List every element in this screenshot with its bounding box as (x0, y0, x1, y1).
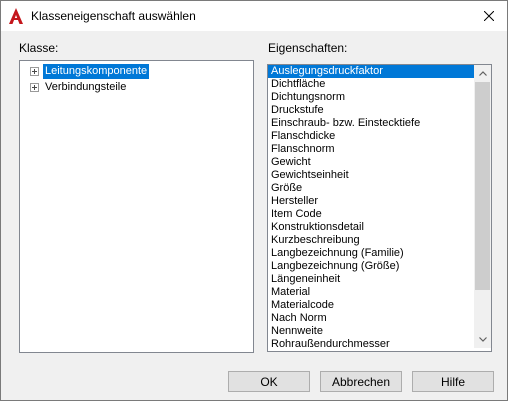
list-item[interactable]: Dichtfläche (268, 78, 484, 91)
tree-item-leitungskomponente[interactable]: Leitungskomponente (20, 64, 250, 79)
window-title: Klasseneigenschaft auswählen (31, 9, 196, 23)
autocad-app-icon (9, 8, 23, 24)
list-item[interactable]: Nennweite (268, 325, 484, 338)
scroll-up-button[interactable] (474, 65, 491, 82)
close-button[interactable] (477, 5, 501, 27)
cancel-button[interactable]: Abbrechen (320, 371, 402, 392)
list-item[interactable]: Materialcode (268, 299, 484, 312)
dialog-window: Klasseneigenschaft auswählen Klasse: Eig… (0, 0, 508, 401)
list-item[interactable]: Gewicht (268, 156, 484, 169)
list-item[interactable]: Material (268, 286, 484, 299)
expand-icon[interactable] (30, 67, 39, 76)
scroll-down-button[interactable] (474, 331, 491, 348)
properties-listbox[interactable]: Auslegungsdruckfaktor Dichtfläche Dichtung… (267, 64, 492, 352)
ok-button[interactable]: OK (228, 371, 310, 392)
list-item[interactable]: Gewichtseinheit (268, 169, 484, 182)
list-item[interactable]: Flanschdicke (268, 130, 484, 143)
scroll-thumb[interactable] (475, 82, 490, 290)
title-bar: Klasseneigenschaft auswählen (1, 1, 507, 31)
list-item[interactable]: Flanschnorm (268, 143, 484, 156)
properties-label: Eigenschaften: (268, 41, 348, 55)
help-button[interactable]: Hilfe (412, 371, 494, 392)
list-item[interactable]: Größe (268, 182, 484, 195)
list-item[interactable]: Druckstufe (268, 104, 484, 117)
list-item[interactable]: Langbezeichnung (Familie) (268, 247, 484, 260)
expand-icon[interactable] (30, 83, 39, 92)
properties-list: Auslegungsdruckfaktor Dichtfläche Dichtung… (268, 65, 484, 348)
tree-item-label: Verbindungsteile (45, 81, 127, 93)
list-item[interactable]: Nach Norm (268, 312, 484, 325)
list-item[interactable]: Einschraub- bzw. Einstecktiefe (268, 117, 484, 130)
tree-item-verbindungsteile[interactable]: Verbindungsteile (20, 80, 250, 95)
class-label: Klasse: (19, 41, 59, 55)
vertical-scrollbar[interactable] (474, 65, 491, 348)
list-item[interactable]: Langbezeichnung (Größe) (268, 260, 484, 273)
list-item[interactable]: Auslegungsdruckfaktor (268, 65, 484, 78)
list-item[interactable]: Kurzbeschreibung (268, 234, 484, 247)
list-item[interactable]: Konstruktionsdetail (268, 221, 484, 234)
close-icon (484, 11, 494, 21)
tree-item-label: Leitungskomponente (43, 64, 150, 79)
list-item[interactable]: Item Code (268, 208, 484, 221)
list-item[interactable]: Dichtungsnorm (268, 91, 484, 104)
list-item[interactable]: Rohraußendurchmesser (268, 338, 484, 348)
chevron-down-icon (478, 337, 487, 342)
class-tree[interactable]: Leitungskomponente Verbindungsteile (19, 60, 254, 353)
list-item[interactable]: Hersteller (268, 195, 484, 208)
list-item[interactable]: Längeneinheit (268, 273, 484, 286)
chevron-up-icon (478, 71, 487, 76)
